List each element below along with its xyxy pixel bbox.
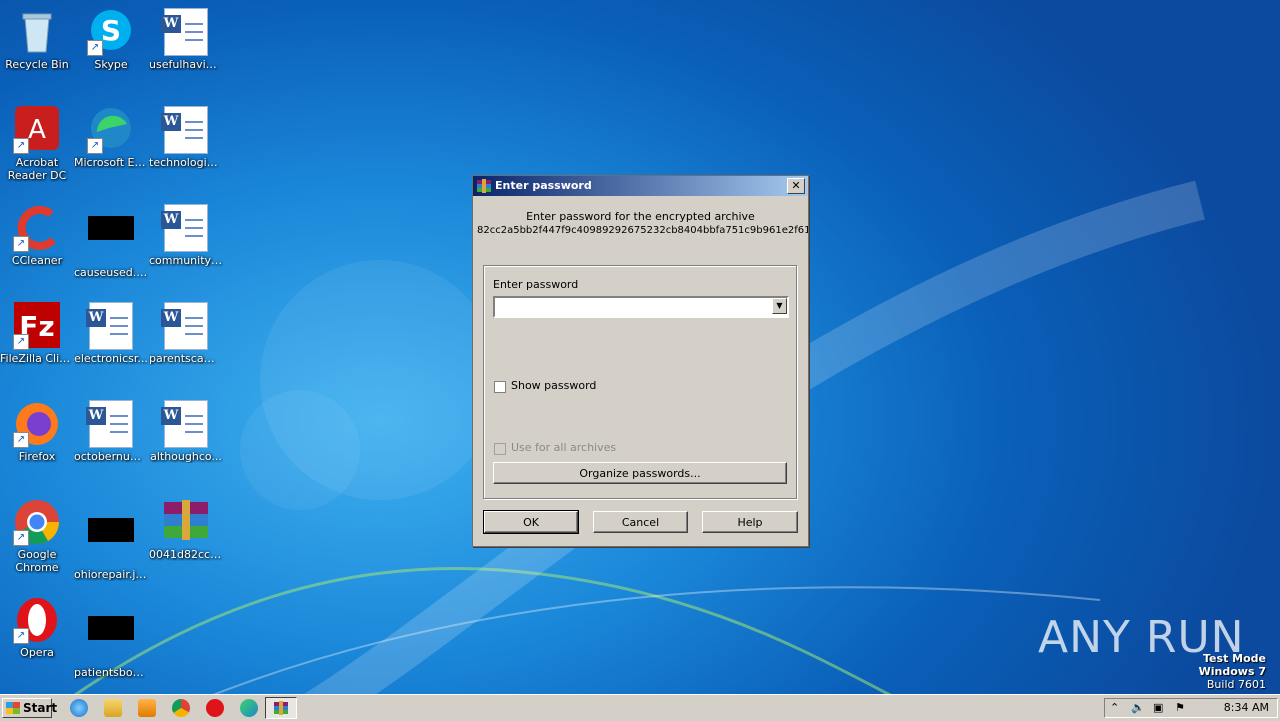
network-icon[interactable]: ▣	[1153, 701, 1163, 714]
winrar-archive-icon	[162, 498, 210, 546]
archive-name: 82cc2a5bb2f447f9c40989292675232cb8404bbf…	[477, 225, 808, 236]
word-document-icon: W	[161, 106, 210, 154]
media-player-icon[interactable]	[138, 699, 156, 717]
enter-password-dialog: Enter password ✕ Enter password for the …	[472, 175, 809, 547]
svg-text:S: S	[101, 14, 121, 47]
dialog-title: Enter password	[495, 179, 592, 192]
desktop-icon-communitya[interactable]: W communitya...	[149, 204, 223, 267]
jpg-thumbnail	[87, 518, 135, 566]
desktop-icon-firefox[interactable]: ↗ Firefox	[0, 400, 74, 463]
word-document-icon: W	[86, 400, 135, 448]
dropdown-arrow-icon[interactable]: ▼	[772, 298, 787, 314]
use-for-all-checkbox	[494, 443, 506, 455]
show-password-checkbox[interactable]	[494, 381, 506, 393]
shortcut-arrow-icon: ↗	[13, 432, 29, 448]
filezilla-icon: Fz ↗	[13, 302, 61, 350]
word-document-icon: W	[161, 302, 210, 350]
word-document-icon: W	[161, 204, 210, 252]
jpg-thumbnail	[87, 216, 135, 264]
windows-flag-icon	[6, 702, 20, 714]
desktop-icon-technologie[interactable]: W technologie...	[149, 106, 223, 169]
watermark-line3: Build 7601	[1206, 678, 1266, 691]
desktop-icon-ccleaner[interactable]: ↗ CCleaner	[0, 204, 74, 267]
chrome-icon[interactable]	[172, 699, 190, 717]
desktop-icon-skype[interactable]: S ↗ Skype	[74, 8, 148, 71]
desktop-icon-octobernum[interactable]: W octobernum...	[74, 400, 148, 463]
shortcut-arrow-icon: ↗	[13, 334, 29, 350]
start-button[interactable]: Start	[2, 698, 57, 718]
desktop-icon-patientsboy[interactable]: patientsboy...	[74, 596, 148, 679]
word-document-icon: W	[86, 302, 135, 350]
firefox-icon: ↗	[13, 400, 61, 448]
edge-icon[interactable]	[240, 699, 258, 717]
desktop-icon-filezilla[interactable]: Fz ↗ FileZilla Client	[0, 302, 74, 365]
winrar-icon	[477, 179, 491, 193]
recycle-bin-icon	[13, 8, 61, 56]
test-mode-watermark: Test Mode Windows 7 Build 7601	[1199, 652, 1266, 691]
desktop-icon-althoughco[interactable]: W althoughco...	[149, 400, 223, 463]
edge-icon: ↗	[87, 106, 135, 154]
close-icon: ✕	[791, 179, 801, 192]
cancel-button[interactable]: Cancel	[593, 511, 688, 533]
message-text: Enter password for the encrypted archive	[526, 210, 755, 223]
dialog-titlebar[interactable]: Enter password ✕	[473, 176, 808, 196]
ok-button[interactable]: OK	[483, 510, 579, 534]
close-button[interactable]: ✕	[787, 178, 805, 194]
desktop-icon-chrome[interactable]: ↗ Google Chrome	[0, 498, 74, 574]
desktop-icon-electronicsr[interactable]: W electronicsr...	[74, 302, 148, 365]
watermark-line1: Test Mode	[1203, 652, 1266, 665]
winrar-taskbar-button[interactable]	[265, 697, 297, 719]
tray-expand-icon[interactable]: ⌃	[1110, 701, 1119, 714]
acrobat-icon: A ↗	[13, 106, 61, 154]
shortcut-arrow-icon: ↗	[13, 628, 29, 644]
desktop-icon-recycle-bin[interactable]: Recycle Bin	[0, 8, 74, 71]
desktop-icon-parentscam[interactable]: W parentscam...	[149, 302, 223, 365]
use-for-all-label: Use for all archives	[511, 441, 617, 454]
action-center-flag-icon[interactable]: ⚑	[1175, 701, 1185, 714]
taskbar: Start ⌃ 🔈 ▣ ⚑ 8:34 AM	[0, 694, 1280, 721]
word-document-icon: W	[161, 8, 210, 56]
desktop-icon-archive[interactable]: 0041d82cc2...	[149, 498, 223, 561]
chrome-icon: ↗	[13, 498, 61, 546]
opera-icon: ↗	[13, 596, 61, 644]
desktop-icon-ohiorepair[interactable]: ohiorepair.jpg	[74, 498, 148, 581]
word-document-icon: W	[161, 400, 210, 448]
opera-icon[interactable]	[206, 699, 224, 717]
organize-passwords-button[interactable]: Organize passwords...	[493, 462, 787, 484]
help-button[interactable]: Help	[702, 511, 798, 533]
desktop-icon-opera[interactable]: ↗ Opera	[0, 596, 74, 659]
shortcut-arrow-icon: ↗	[13, 530, 29, 546]
shortcut-arrow-icon: ↗	[13, 236, 29, 252]
jpg-thumbnail	[87, 616, 135, 664]
shortcut-arrow-icon: ↗	[13, 138, 29, 154]
password-group: Enter password ▼ Show password Use for a…	[483, 265, 797, 499]
system-tray: ⌃ 🔈 ▣ ⚑ 8:34 AM	[1104, 698, 1278, 718]
start-label: Start	[23, 701, 58, 715]
show-password-label[interactable]: Show password	[511, 379, 596, 392]
skype-icon: S ↗	[87, 8, 135, 56]
desktop-icon-causeused[interactable]: causeused.jpg	[74, 204, 148, 279]
shortcut-arrow-icon: ↗	[87, 40, 103, 56]
internet-explorer-icon[interactable]	[70, 699, 88, 717]
clock[interactable]: 8:34 AM	[1224, 701, 1269, 714]
volume-icon[interactable]: 🔈	[1131, 701, 1145, 714]
explorer-icon[interactable]	[104, 699, 122, 717]
ccleaner-icon: ↗	[13, 204, 61, 252]
password-input[interactable]: ▼	[493, 296, 789, 318]
desktop-icon-usefulhavin[interactable]: W usefulhavin...	[149, 8, 223, 71]
shortcut-arrow-icon: ↗	[87, 138, 103, 154]
svg-text:A: A	[28, 115, 46, 145]
dialog-message: Enter password for the encrypted archive…	[473, 210, 808, 238]
winrar-icon	[274, 701, 288, 715]
watermark-line2: Windows 7	[1198, 665, 1266, 678]
desktop-icon-edge[interactable]: ↗ Microsoft Edge	[74, 106, 148, 169]
password-label: Enter password	[493, 278, 579, 291]
desktop-icon-acrobat[interactable]: A ↗ Acrobat Reader DC	[0, 106, 74, 182]
